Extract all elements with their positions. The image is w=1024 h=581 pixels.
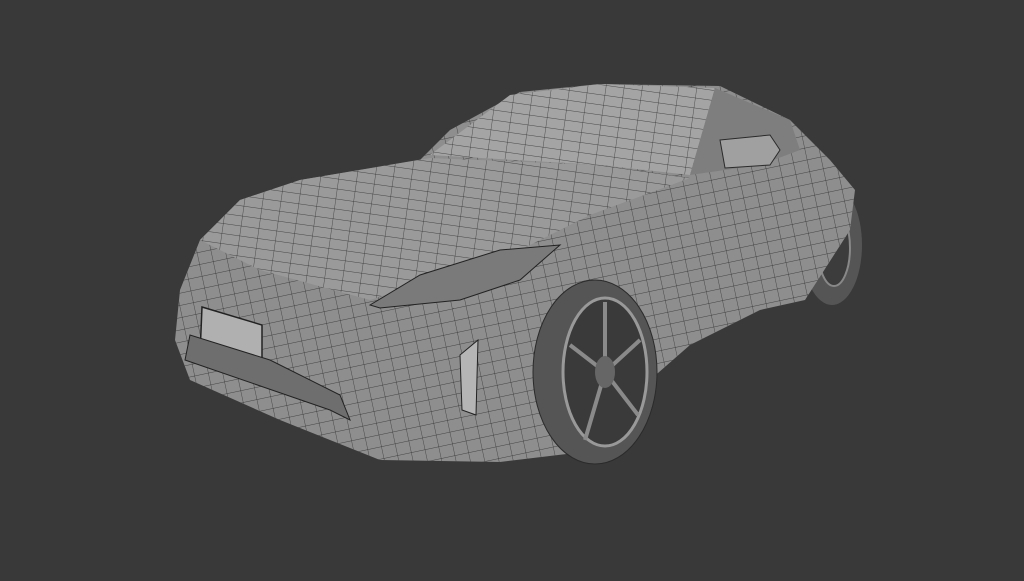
side-mirror	[719, 134, 781, 169]
car-wireframe-model[interactable]	[0, 0, 1024, 576]
front-wheel	[532, 279, 658, 465]
3d-viewport[interactable]	[0, 0, 1024, 576]
car-body	[175, 84, 855, 462]
